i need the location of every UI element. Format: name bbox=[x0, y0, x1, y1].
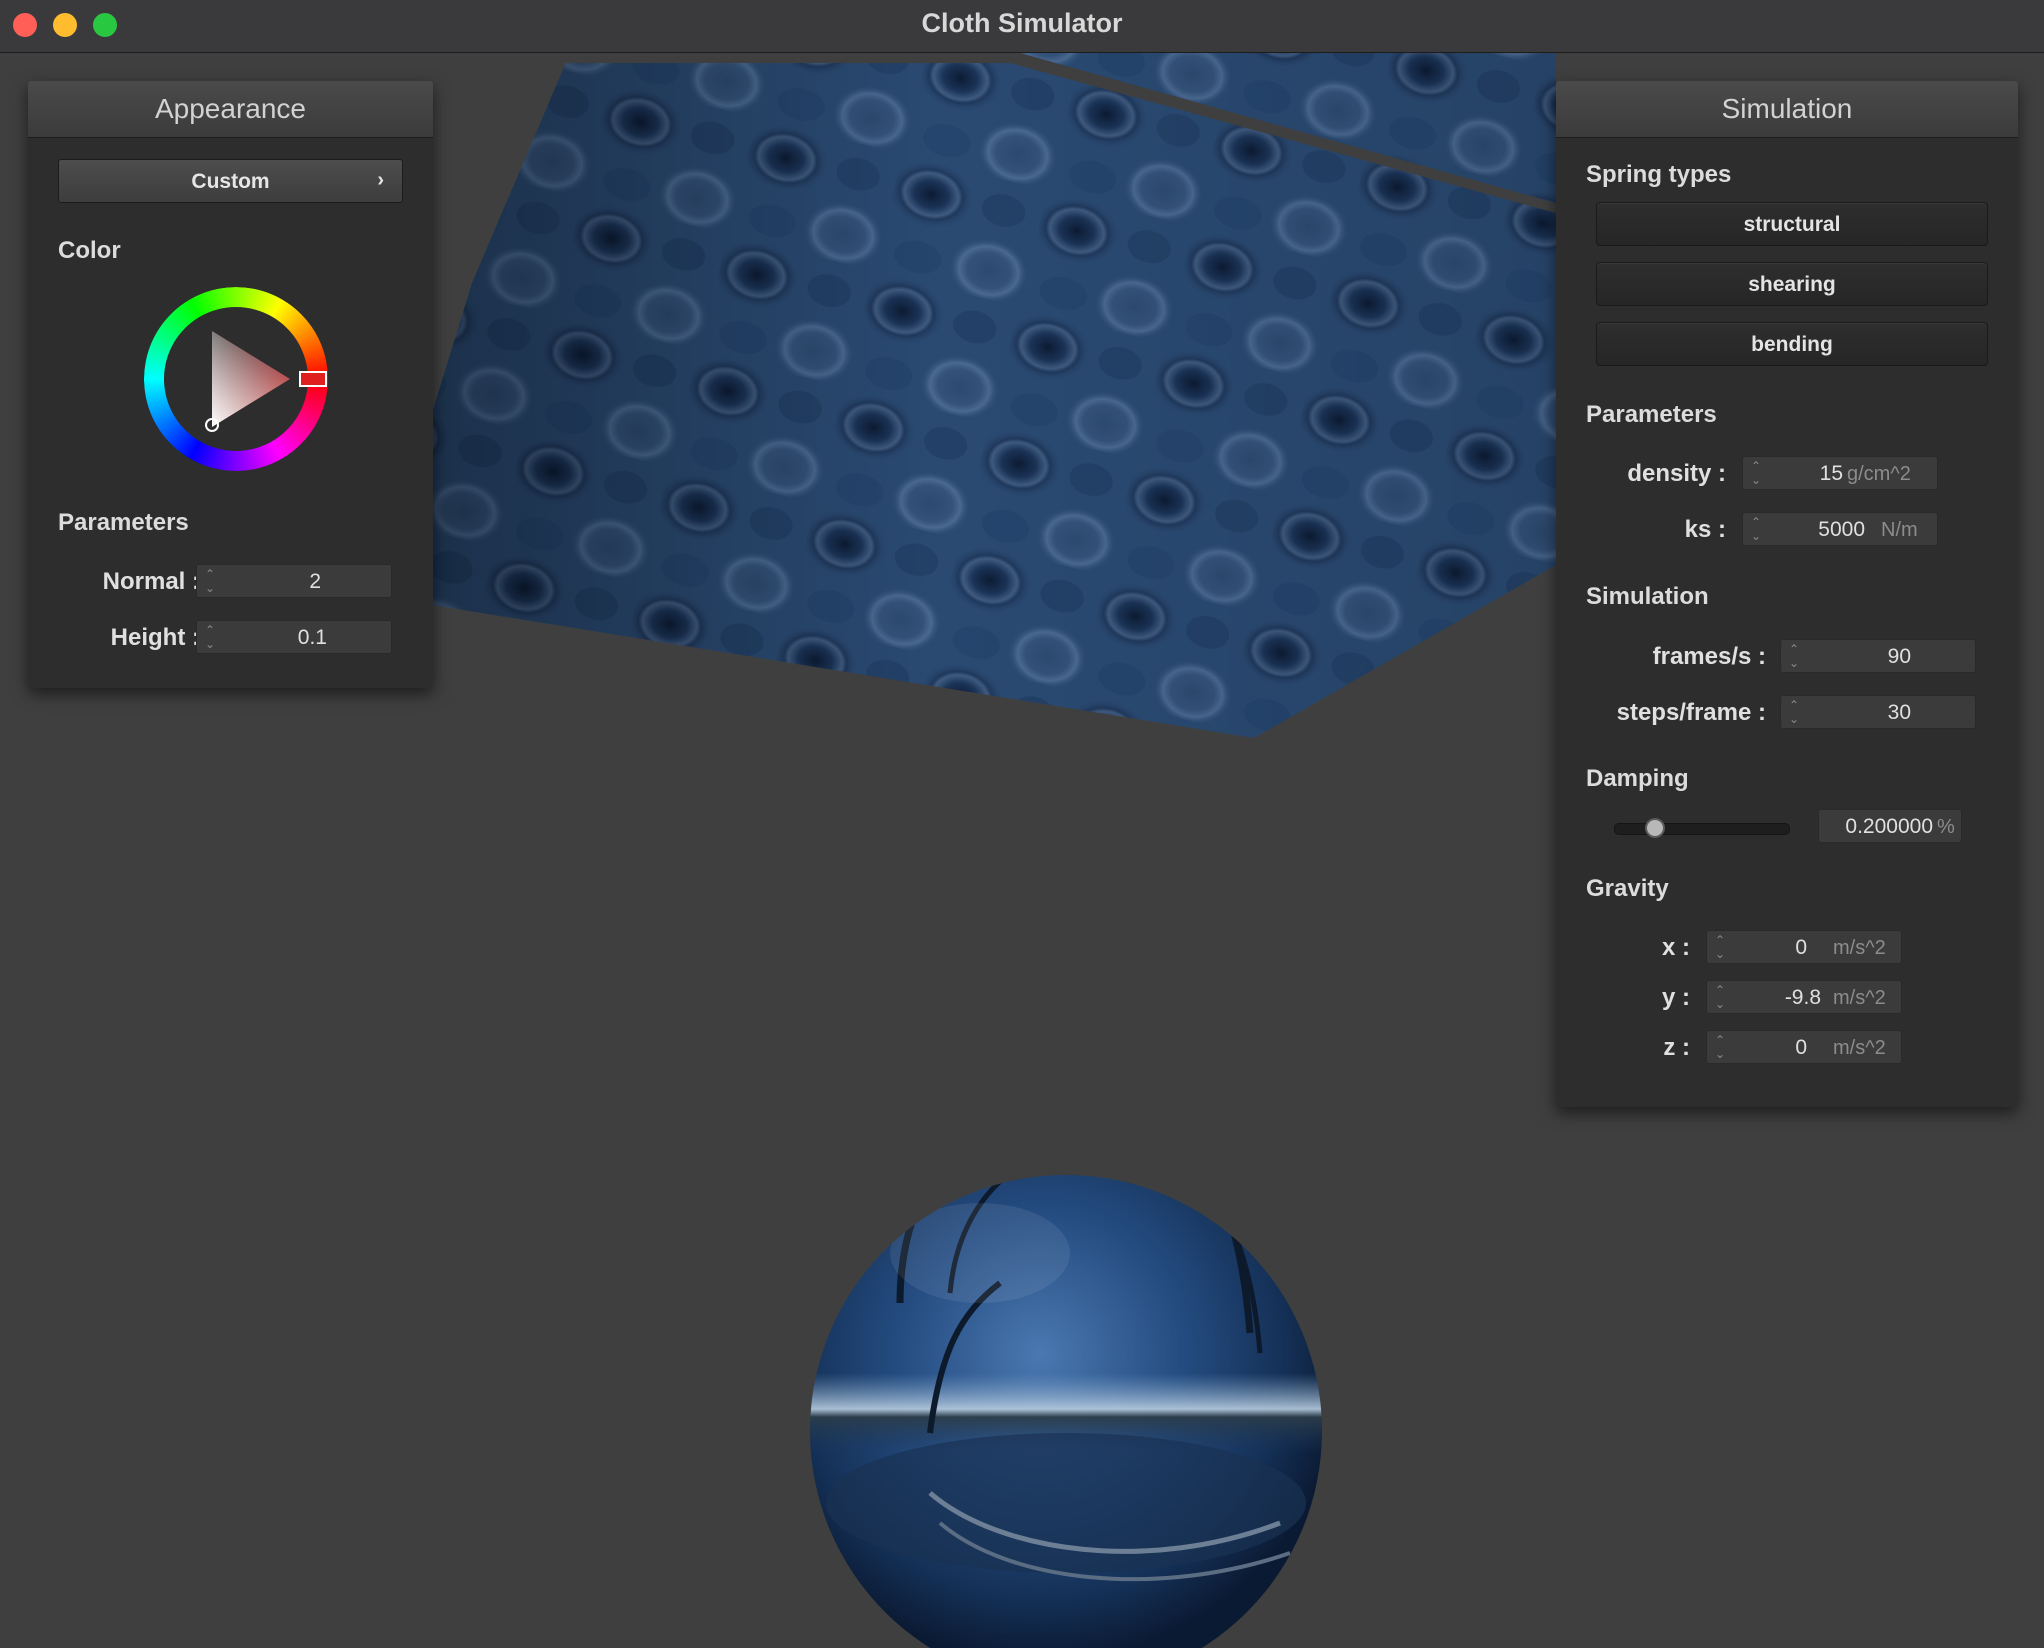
steps-spinner[interactable]: ⌃ ⌄ bbox=[1789, 699, 1803, 727]
app-window: Cloth Simulator Appearance Custom › Colo… bbox=[0, 0, 2044, 1648]
title-bar: Cloth Simulator bbox=[0, 0, 2044, 53]
cloth-mesh bbox=[432, 53, 1556, 738]
gravity-x-input[interactable]: ⌃ ⌄ 0 m/s^2 bbox=[1706, 930, 1902, 964]
preset-label: Custom bbox=[191, 170, 270, 193]
color-wheel[interactable] bbox=[144, 287, 328, 471]
gravity-x-label: x : bbox=[1661, 934, 1690, 961]
gravity-z-input[interactable]: ⌃ ⌄ 0 m/s^2 bbox=[1706, 1030, 1902, 1064]
normal-input[interactable]: ⌃ ⌄ 2 bbox=[196, 564, 392, 598]
window-title: Cloth Simulator bbox=[921, 8, 1123, 38]
chevron-right-icon: › bbox=[377, 169, 384, 191]
simulation-panel-header: Simulation bbox=[1556, 81, 2018, 138]
fps-spinner[interactable]: ⌃ ⌄ bbox=[1789, 643, 1803, 671]
gravity-z-spinner[interactable]: ⌃ ⌄ bbox=[1715, 1034, 1729, 1062]
gravity-x-spinner[interactable]: ⌃ ⌄ bbox=[1715, 934, 1729, 962]
damping-slider-track bbox=[1614, 823, 1790, 835]
height-spinner[interactable]: ⌃ ⌄ bbox=[205, 624, 219, 652]
sim-params-label: Parameters bbox=[1586, 401, 1717, 428]
ks-spinner[interactable]: ⌃ ⌄ bbox=[1751, 516, 1765, 544]
gravity-y-spinner[interactable]: ⌃ ⌄ bbox=[1715, 984, 1729, 1012]
mirror-sphere bbox=[810, 1175, 1322, 1648]
spring-types-label: Spring types bbox=[1586, 161, 1732, 188]
normal-spinner[interactable]: ⌃ ⌄ bbox=[205, 568, 219, 596]
simulation-panel: Simulation Spring types structural shear… bbox=[1556, 81, 2018, 1107]
sim-simulation-label: Simulation bbox=[1586, 583, 1709, 610]
density-label: density : bbox=[1627, 460, 1726, 487]
color-section-label: Color bbox=[58, 237, 121, 264]
fps-input[interactable]: ⌃ ⌄ 90 bbox=[1780, 639, 1976, 673]
ks-input[interactable]: ⌃ ⌄ 5000 N/m bbox=[1742, 512, 1938, 546]
hue-selector-handle bbox=[299, 371, 327, 387]
preset-dropdown[interactable]: Custom › bbox=[58, 159, 403, 203]
appearance-panel-header: Appearance bbox=[28, 81, 433, 138]
steps-label: steps/frame : bbox=[1616, 699, 1766, 726]
damping-label: Damping bbox=[1586, 765, 1689, 792]
gravity-label: Gravity bbox=[1586, 875, 1669, 902]
density-spinner[interactable]: ⌃ ⌄ bbox=[1751, 460, 1765, 488]
shearing-toggle[interactable]: shearing bbox=[1596, 262, 1988, 306]
damping-slider-knob[interactable] bbox=[1645, 818, 1665, 838]
steps-input[interactable]: ⌃ ⌄ 30 bbox=[1780, 695, 1976, 729]
gravity-y-label: y : bbox=[1661, 984, 1690, 1011]
damping-slider[interactable] bbox=[1614, 818, 1790, 838]
appearance-panel: Appearance Custom › Color Parameters Nor… bbox=[28, 81, 433, 688]
fps-label: frames/s : bbox=[1652, 643, 1766, 670]
bending-toggle[interactable]: bending bbox=[1596, 322, 1988, 366]
appearance-params-label: Parameters bbox=[58, 509, 189, 536]
structural-toggle[interactable]: structural bbox=[1596, 202, 1988, 246]
ks-label: ks : bbox=[1684, 516, 1726, 543]
height-input[interactable]: ⌃ ⌄ 0.1 bbox=[196, 620, 392, 654]
gravity-y-input[interactable]: ⌃ ⌄ -9.8 m/s^2 bbox=[1706, 980, 1902, 1014]
damping-input[interactable]: 0.200000 % bbox=[1818, 809, 1962, 843]
gravity-z-label: z : bbox=[1663, 1034, 1690, 1061]
density-input[interactable]: ⌃ ⌄ 15 g/cm^2 bbox=[1742, 456, 1938, 490]
normal-label: Normal : bbox=[102, 568, 200, 595]
height-label: Height : bbox=[110, 624, 200, 651]
